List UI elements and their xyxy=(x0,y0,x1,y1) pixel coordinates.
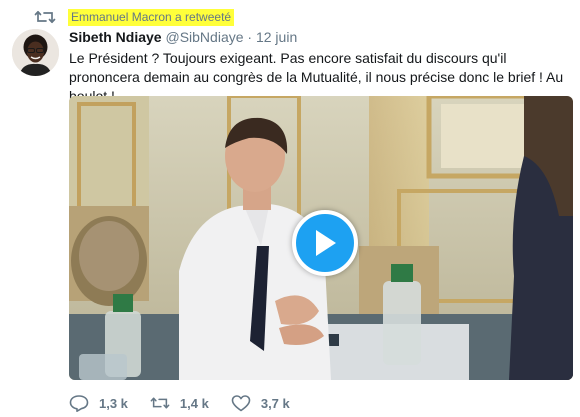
retweet-context-label: Emmanuel Macron a retweeté xyxy=(68,8,235,26)
reply-count: 1,3 k xyxy=(99,395,128,411)
play-button[interactable] xyxy=(292,210,358,276)
separator-dot: · xyxy=(247,29,253,45)
reply-button[interactable]: 1,3 k xyxy=(69,394,128,412)
retweet-button[interactable]: 1,4 k xyxy=(150,394,209,412)
retweet-count: 1,4 k xyxy=(179,395,209,411)
play-icon xyxy=(316,230,336,256)
like-count: 3,7 k xyxy=(260,395,290,411)
tweet-date[interactable]: 12 juin xyxy=(256,29,297,45)
author-handle[interactable]: @SibNdiaye xyxy=(165,29,243,45)
tweet-header: Sibeth Ndiaye @SibNdiaye · 12 juin xyxy=(69,28,297,46)
retweet-context[interactable]: Emmanuel Macron a retweeté xyxy=(34,8,235,26)
like-button[interactable]: 3,7 k xyxy=(231,394,290,412)
avatar[interactable] xyxy=(12,29,59,76)
author-name[interactable]: Sibeth Ndiaye xyxy=(69,29,162,45)
video-player[interactable] xyxy=(69,96,573,380)
reply-icon xyxy=(69,395,89,412)
retweet-icon xyxy=(34,8,56,26)
tweet-actions: 1,3 k 1,4 k 3,7 k xyxy=(69,394,312,412)
heart-icon xyxy=(231,395,251,412)
retweet-icon xyxy=(150,397,170,409)
